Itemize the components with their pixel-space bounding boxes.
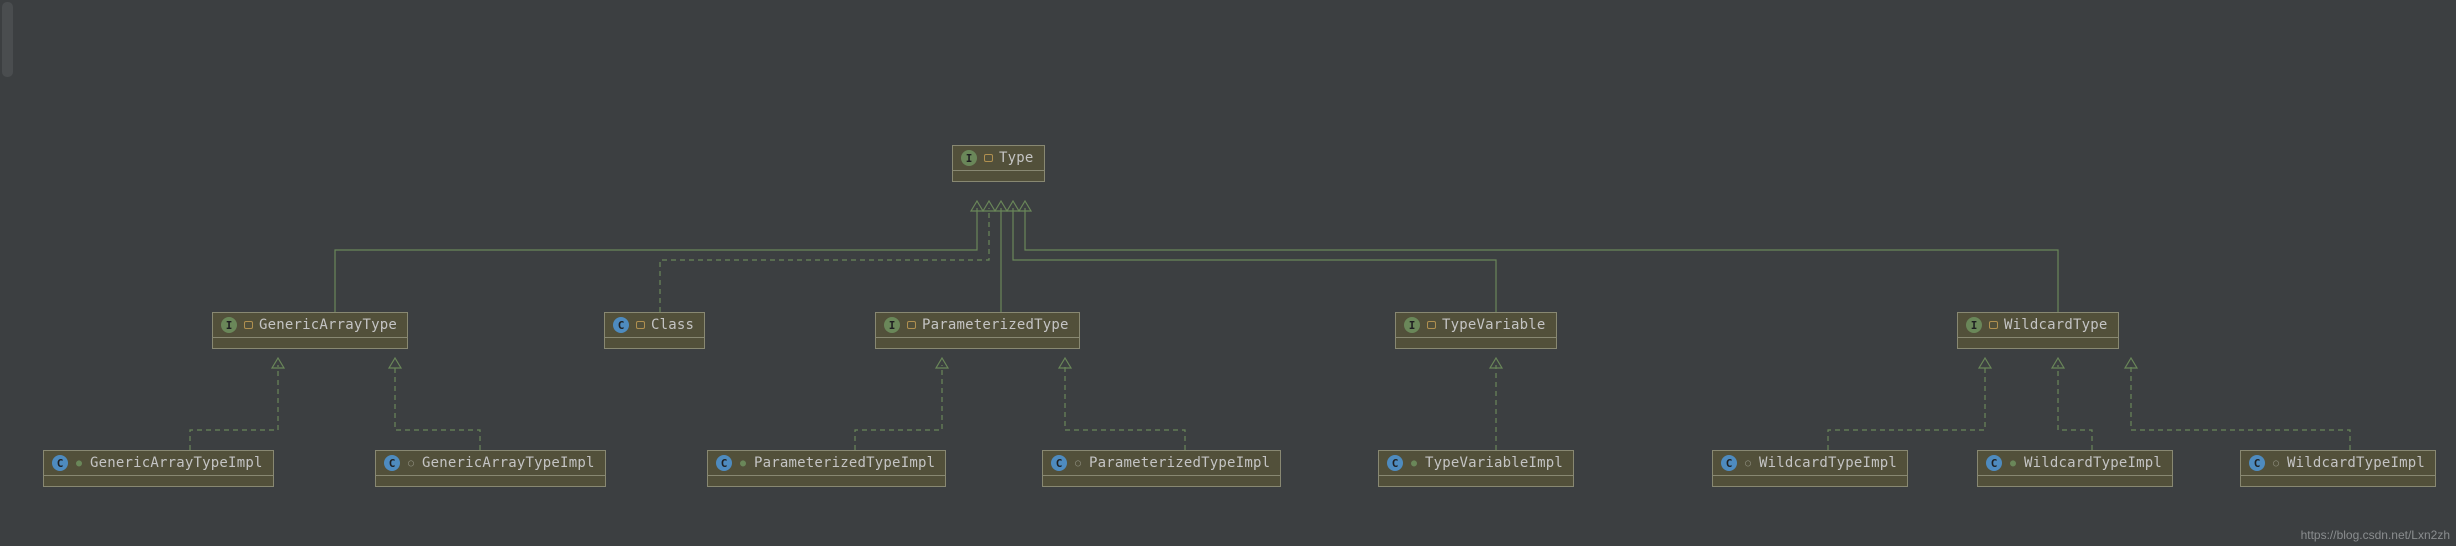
node-wildcard-type-impl-3[interactable]: C WildcardTypeImpl bbox=[2240, 450, 2436, 487]
node-label: ParameterizedTypeImpl bbox=[754, 455, 935, 471]
node-label: GenericArrayTypeImpl bbox=[422, 455, 595, 471]
class-icon: C bbox=[613, 317, 629, 333]
node-wildcard-type-impl-2[interactable]: C WildcardTypeImpl bbox=[1977, 450, 2173, 487]
class-icon: C bbox=[1051, 455, 1067, 471]
node-label: Class bbox=[651, 317, 694, 333]
visibility-icon bbox=[635, 320, 645, 330]
node-type-variable-impl[interactable]: C TypeVariableImpl bbox=[1378, 450, 1574, 487]
diagram-canvas[interactable]: I Type I GenericArrayType C Class I Para… bbox=[0, 0, 2456, 546]
visibility-icon bbox=[738, 458, 748, 468]
class-icon: C bbox=[52, 455, 68, 471]
visibility-icon bbox=[1743, 458, 1753, 468]
class-icon: C bbox=[2249, 455, 2265, 471]
class-icon: C bbox=[716, 455, 732, 471]
node-label: WildcardType bbox=[2004, 317, 2108, 333]
visibility-icon bbox=[983, 153, 993, 163]
node-wildcard-type[interactable]: I WildcardType bbox=[1957, 312, 2119, 349]
visibility-icon bbox=[2008, 458, 2018, 468]
class-icon: C bbox=[1986, 455, 2002, 471]
node-label: ParameterizedType bbox=[922, 317, 1069, 333]
interface-icon: I bbox=[961, 150, 977, 166]
node-label: WildcardTypeImpl bbox=[2287, 455, 2425, 471]
class-icon: C bbox=[384, 455, 400, 471]
interface-icon: I bbox=[221, 317, 237, 333]
visibility-icon bbox=[906, 320, 916, 330]
class-icon: C bbox=[1721, 455, 1737, 471]
node-parameterized-type[interactable]: I ParameterizedType bbox=[875, 312, 1080, 349]
node-label: ParameterizedTypeImpl bbox=[1089, 455, 1270, 471]
visibility-icon bbox=[1988, 320, 1998, 330]
visibility-icon bbox=[1426, 320, 1436, 330]
node-parameterized-type-impl-1[interactable]: C ParameterizedTypeImpl bbox=[707, 450, 946, 487]
visibility-icon bbox=[2271, 458, 2281, 468]
node-wildcard-type-impl-1[interactable]: C WildcardTypeImpl bbox=[1712, 450, 1908, 487]
visibility-icon bbox=[1409, 458, 1419, 468]
visibility-icon bbox=[74, 458, 84, 468]
interface-icon: I bbox=[1966, 317, 1982, 333]
node-type-variable[interactable]: I TypeVariable bbox=[1395, 312, 1557, 349]
node-label: WildcardTypeImpl bbox=[2024, 455, 2162, 471]
visibility-icon bbox=[406, 458, 416, 468]
interface-icon: I bbox=[884, 317, 900, 333]
class-icon: C bbox=[1387, 455, 1403, 471]
interface-icon: I bbox=[1404, 317, 1420, 333]
watermark: https://blog.csdn.net/Lxn2zh bbox=[2301, 528, 2450, 542]
visibility-icon bbox=[243, 320, 253, 330]
node-label: GenericArrayTypeImpl bbox=[90, 455, 263, 471]
node-label: Type bbox=[999, 150, 1034, 166]
node-label: TypeVariableImpl bbox=[1425, 455, 1563, 471]
visibility-icon bbox=[1073, 458, 1083, 468]
node-class[interactable]: C Class bbox=[604, 312, 705, 349]
node-generic-array-type-impl-1[interactable]: C GenericArrayTypeImpl bbox=[43, 450, 274, 487]
node-generic-array-type[interactable]: I GenericArrayType bbox=[212, 312, 408, 349]
node-label: TypeVariable bbox=[1442, 317, 1546, 333]
node-label: GenericArrayType bbox=[259, 317, 397, 333]
node-type[interactable]: I Type bbox=[952, 145, 1045, 182]
node-generic-array-type-impl-2[interactable]: C GenericArrayTypeImpl bbox=[375, 450, 606, 487]
node-label: WildcardTypeImpl bbox=[1759, 455, 1897, 471]
node-parameterized-type-impl-2[interactable]: C ParameterizedTypeImpl bbox=[1042, 450, 1281, 487]
